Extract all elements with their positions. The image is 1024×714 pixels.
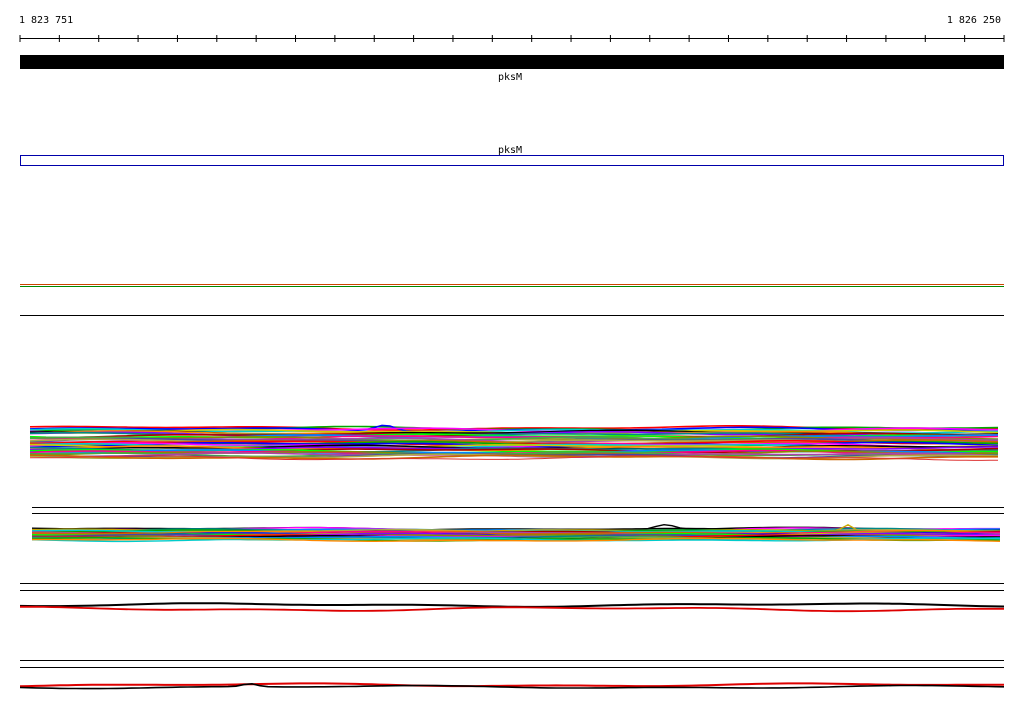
multi-sample-track-2 bbox=[31, 523, 1001, 543]
annotation-label: pksM bbox=[498, 145, 522, 156]
annotation-box-pksM[interactable] bbox=[20, 155, 1004, 166]
ruler-end-label: 1 826 250 bbox=[947, 15, 1001, 26]
paired-track-1 bbox=[19, 602, 1005, 613]
multi-sample-track-2-frame bbox=[32, 507, 1004, 514]
genome-browser-view: 1 823 751 1 826 250 pksM pksM bbox=[19, 15, 1005, 690]
gene-track[interactable]: pksM bbox=[20, 55, 1004, 83]
series-line-red bbox=[20, 605, 1004, 613]
paired-track-2 bbox=[19, 682, 1005, 690]
series-line-black bbox=[19, 602, 1005, 608]
coverage-track-flat bbox=[20, 284, 1004, 316]
ruler-start-label: 1 823 751 bbox=[19, 15, 73, 26]
multi-sample-track-1 bbox=[29, 424, 999, 461]
paired-track-2-frame bbox=[20, 660, 1004, 668]
coordinate-ruler: 1 823 751 1 826 250 bbox=[19, 15, 1005, 42]
gene-label: pksM bbox=[498, 72, 522, 83]
paired-track-1-frame bbox=[20, 583, 1004, 591]
annotation-track[interactable]: pksM bbox=[20, 145, 1004, 166]
gene-bar-pksM[interactable] bbox=[20, 55, 1004, 69]
